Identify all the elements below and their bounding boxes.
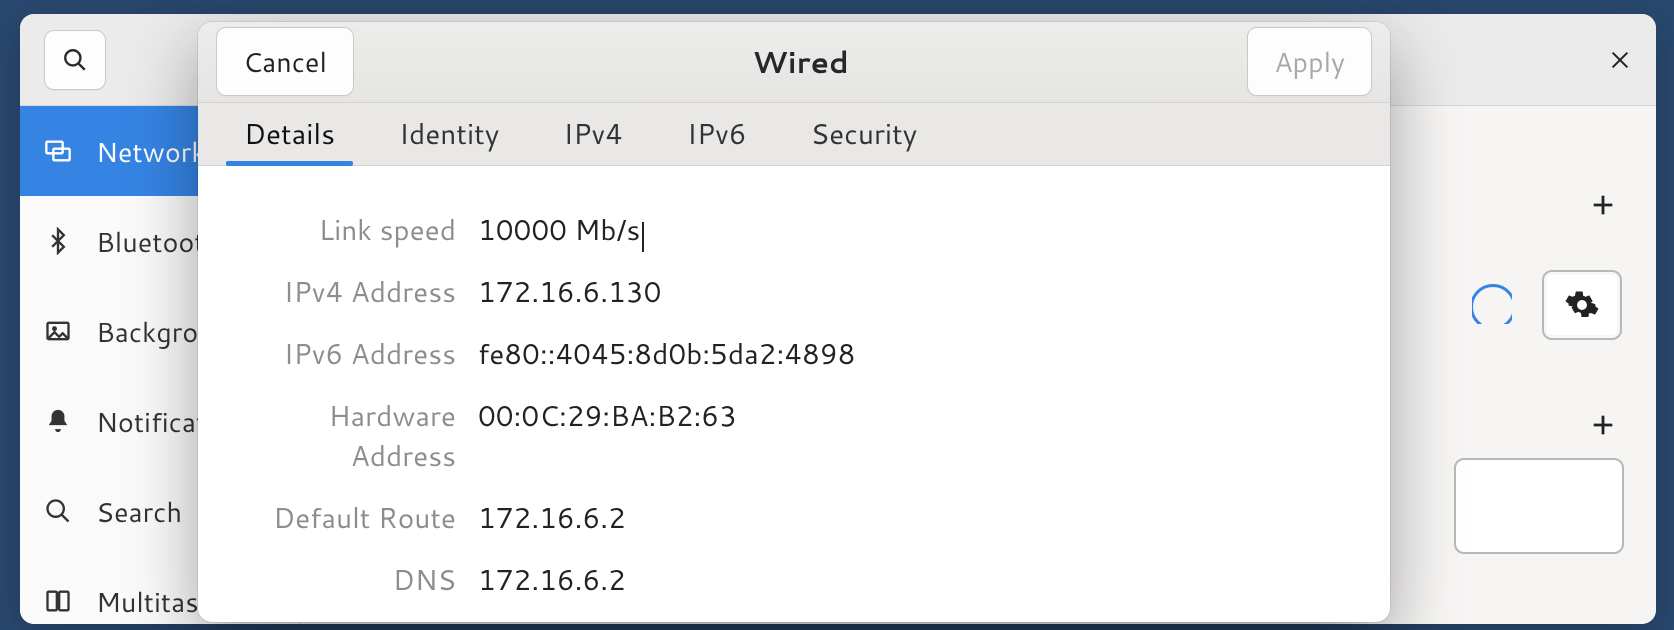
add-wired-button[interactable] bbox=[1584, 186, 1622, 224]
network-icon bbox=[42, 135, 74, 167]
details-panel: Link speed 10000 Mb/s IPv4 Address 172.1… bbox=[198, 166, 1390, 622]
hardware-address-value: 00:0C:29:BA:B2:63 bbox=[478, 396, 737, 436]
default-route-label: Default Route bbox=[228, 498, 478, 538]
ipv4-address-label: IPv4 Address bbox=[228, 272, 478, 312]
default-route-value: 172.16.6.2 bbox=[478, 498, 626, 538]
sidebar-item-label: Search bbox=[96, 492, 182, 531]
dns-label: DNS bbox=[228, 560, 478, 600]
background-icon bbox=[42, 315, 74, 347]
search-icon bbox=[42, 495, 74, 527]
connection-toggle[interactable] bbox=[1472, 284, 1512, 324]
close-button[interactable] bbox=[1608, 48, 1632, 72]
ipv6-address-label: IPv6 Address bbox=[228, 334, 478, 374]
tab-identity[interactable]: Identity bbox=[367, 103, 531, 165]
multitasking-icon bbox=[42, 585, 74, 617]
dialog-tabs: Details Identity IPv4 IPv6 Security bbox=[198, 103, 1390, 166]
cancel-button[interactable]: Cancel bbox=[216, 27, 354, 96]
search-button[interactable] bbox=[44, 30, 106, 90]
apply-button[interactable]: Apply bbox=[1247, 27, 1372, 96]
link-speed-value: 10000 Mb/s bbox=[478, 210, 644, 250]
close-icon bbox=[1609, 49, 1631, 71]
bluetooth-icon bbox=[42, 225, 74, 257]
tab-details[interactable]: Details bbox=[212, 103, 367, 165]
bell-icon bbox=[42, 405, 74, 437]
sidebar-item-label: Network bbox=[96, 132, 206, 171]
connection-settings-button[interactable] bbox=[1542, 270, 1622, 340]
ipv6-address-value: fe80::4045:8d0b:5da2:4898 bbox=[478, 334, 855, 374]
dialog-title: Wired bbox=[354, 40, 1247, 83]
vpn-empty-box bbox=[1454, 458, 1624, 554]
hardware-address-label: Hardware Address bbox=[228, 396, 478, 476]
ipv4-address-value: 172.16.6.130 bbox=[478, 272, 661, 312]
tab-ipv4[interactable]: IPv4 bbox=[531, 103, 655, 165]
plus-icon bbox=[1589, 411, 1617, 439]
wired-connection-dialog: Cancel Wired Apply Details Identity IPv4… bbox=[198, 22, 1390, 622]
tab-security[interactable]: Security bbox=[779, 103, 950, 165]
gear-icon bbox=[1565, 288, 1599, 322]
dialog-header: Cancel Wired Apply bbox=[198, 22, 1390, 103]
tab-ipv6[interactable]: IPv6 bbox=[655, 103, 779, 165]
search-icon bbox=[62, 47, 88, 73]
link-speed-label: Link speed bbox=[228, 210, 478, 250]
text-caret bbox=[642, 222, 644, 252]
plus-icon bbox=[1589, 191, 1617, 219]
add-vpn-button[interactable] bbox=[1584, 406, 1622, 444]
dns-value: 172.16.6.2 bbox=[478, 560, 626, 600]
